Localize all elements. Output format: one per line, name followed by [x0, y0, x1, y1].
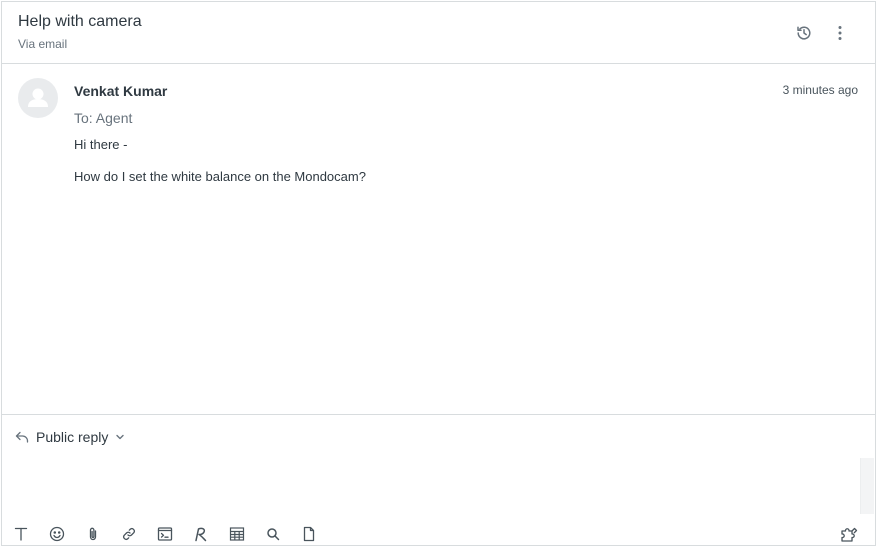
table-icon: [229, 527, 245, 541]
apps-button[interactable]: [837, 522, 861, 546]
code-block-button[interactable]: [153, 522, 177, 546]
ticket-channel: Via email: [18, 37, 68, 51]
more-vertical-icon: [838, 26, 842, 40]
attachment-icon: [89, 527, 97, 541]
reply-type-label: Public reply: [36, 429, 109, 445]
composer-scrollbar[interactable]: [860, 458, 874, 514]
search-button[interactable]: [261, 522, 285, 546]
code-block-icon: [157, 527, 173, 541]
reply-type-dropdown[interactable]: Public reply: [14, 429, 126, 445]
text-format-button[interactable]: [9, 522, 33, 546]
message-body-line: Hi there -: [74, 137, 128, 152]
table-button[interactable]: [225, 522, 249, 546]
text-format-icon: [14, 527, 28, 541]
avatar[interactable]: [18, 78, 58, 118]
ticket-header: Help with camera Via email: [2, 2, 875, 64]
signature-button[interactable]: [189, 522, 213, 546]
user-avatar-icon: [28, 88, 48, 107]
emoji-button[interactable]: [45, 522, 69, 546]
message-body-line: How do I set the white balance on the Mo…: [74, 169, 366, 184]
ticket-title: Help with camera: [18, 13, 142, 30]
link-icon: [123, 528, 135, 540]
document-button[interactable]: [297, 522, 321, 546]
reply-textarea[interactable]: [2, 455, 875, 521]
attachment-button[interactable]: [81, 522, 105, 546]
history-icon: [797, 26, 811, 40]
reply-composer: Public reply: [2, 414, 875, 547]
message-recipient: To: Agent: [74, 110, 133, 126]
ticket-conversation-panel: Help with camera Via email Venkat Kumar …: [1, 1, 876, 546]
link-button[interactable]: [117, 522, 141, 546]
signature-icon: [195, 527, 207, 542]
more-actions-button[interactable]: [827, 20, 853, 46]
history-button[interactable]: [791, 20, 817, 46]
search-icon: [267, 528, 280, 541]
reply-arrow-icon: [15, 431, 29, 443]
emoji-icon: [49, 526, 65, 542]
chevron-down-icon: [116, 434, 125, 440]
sender-name[interactable]: Venkat Kumar: [74, 83, 167, 99]
extension-puzzle-icon: [841, 527, 858, 542]
composer-toolbar: [2, 522, 875, 546]
message-timestamp[interactable]: 3 minutes ago: [783, 83, 858, 97]
document-icon: [303, 526, 315, 542]
message-item: Venkat Kumar 3 minutes ago To: Agent Hi …: [2, 64, 875, 414]
